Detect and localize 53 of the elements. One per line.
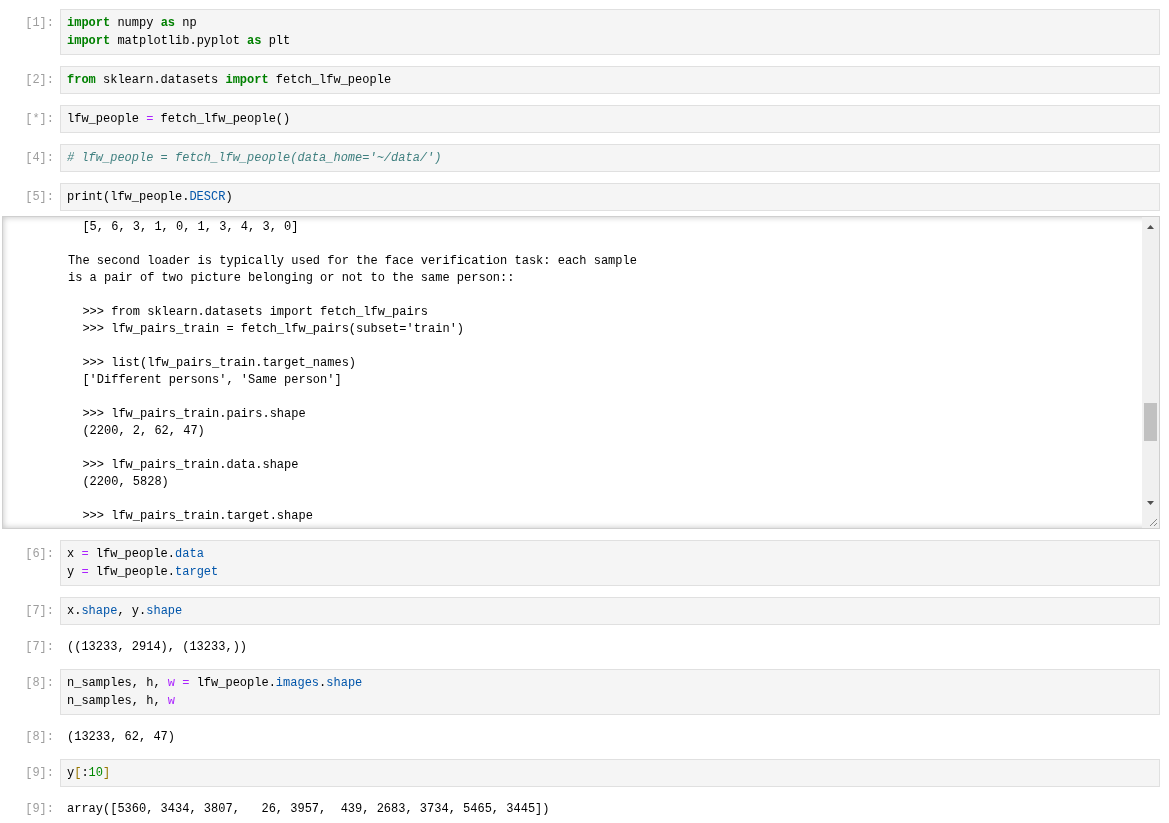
code-line: import matplotlib.pyplot as plt bbox=[67, 33, 291, 50]
resize-grip-icon[interactable] bbox=[1148, 517, 1158, 527]
code-cell[interactable]: n_samples, h, w = lfw_people.images.shape n_samples, h, w bbox=[60, 669, 1160, 715]
output-text: ((13233, 2914), (13233,)) bbox=[67, 639, 248, 656]
output-text: >>> lfw_pairs_train.data.shape bbox=[81, 457, 299, 474]
output-text: ['Different persons', 'Same person'] bbox=[81, 372, 342, 389]
code-line: import numpy as np bbox=[67, 15, 197, 32]
output-text: [5, 6, 3, 1, 0, 1, 3, 4, 3, 0] bbox=[81, 219, 299, 236]
cell-prompt: [2]: bbox=[25, 73, 54, 87]
cell-prompt: [8]: bbox=[25, 730, 54, 744]
scroll-down-icon[interactable] bbox=[1147, 501, 1154, 505]
output-text: array([5360, 3434, 3807, 26, 3957, 439, 2683, 3734, 5465, 3445]) bbox=[67, 801, 550, 818]
code-cell[interactable]: x = lfw_people.data y = lfw_people.target bbox=[60, 540, 1160, 586]
cell-prompt: [7]: bbox=[25, 604, 54, 618]
output-text: (2200, 5828) bbox=[81, 474, 169, 491]
code-line: lfw_people = fetch_lfw_people() bbox=[67, 111, 291, 128]
cell-prompt: [*]: bbox=[25, 112, 54, 126]
cell-prompt: [6]: bbox=[25, 547, 54, 561]
output-text: >>> lfw_pairs_train.target.shape bbox=[81, 508, 313, 525]
code-cell[interactable]: # lfw_people = fetch_lfw_people(data_home='~/data/') bbox=[60, 144, 1160, 172]
output-text: >>> list(lfw_pairs_train.target_names) bbox=[81, 355, 357, 372]
output-text: (13233, 62, 47) bbox=[67, 729, 176, 746]
code-cell[interactable]: y[:10] bbox=[60, 759, 1160, 787]
code-line: n_samples, h, w bbox=[67, 693, 176, 710]
code-line: y[:10] bbox=[67, 765, 111, 782]
cell-prompt: [9]: bbox=[25, 802, 54, 816]
scrollbar[interactable] bbox=[1142, 217, 1159, 528]
scroll-up-icon[interactable] bbox=[1147, 225, 1154, 229]
code-line: y = lfw_people.target bbox=[67, 564, 219, 581]
cell-prompt: [4]: bbox=[25, 151, 54, 165]
output-text: is a pair of two picture belonging or not to the same person:: bbox=[68, 270, 515, 287]
output-text: The second loader is typically used for the face verification task: each sample bbox=[68, 253, 637, 270]
code-line: from sklearn.datasets import fetch_lfw_people bbox=[67, 72, 392, 89]
cell-prompt: [8]: bbox=[25, 676, 54, 690]
code-line: # lfw_people = fetch_lfw_people(data_home='~/data/') bbox=[67, 150, 442, 167]
code-line: x = lfw_people.data bbox=[67, 546, 204, 563]
output-text: >>> from sklearn.datasets import fetch_lfw_pairs bbox=[81, 304, 429, 321]
cell-prompt: [9]: bbox=[25, 766, 54, 780]
cell-prompt: [5]: bbox=[25, 190, 54, 204]
cell-prompt: [1]: bbox=[25, 16, 54, 30]
cell-prompt: [7]: bbox=[25, 640, 54, 654]
code-cell[interactable]: import numpy as np import matplotlib.pyplot as plt bbox=[60, 9, 1160, 55]
code-cell[interactable]: print(lfw_people.DESCR) bbox=[60, 183, 1160, 211]
output-text: >>> lfw_pairs_train = fetch_lfw_pairs(subset='train') bbox=[81, 321, 465, 338]
code-line: print(lfw_people.DESCR) bbox=[67, 189, 233, 206]
output-text: >>> lfw_pairs_train.pairs.shape bbox=[81, 406, 306, 423]
output-text: (2200, 2, 62, 47) bbox=[81, 423, 205, 440]
code-cell[interactable]: x.shape, y.shape bbox=[60, 597, 1160, 625]
scrollbar-thumb[interactable] bbox=[1144, 403, 1157, 441]
code-cell[interactable]: lfw_people = fetch_lfw_people() bbox=[60, 105, 1160, 133]
code-cell[interactable]: from sklearn.datasets import fetch_lfw_people bbox=[60, 66, 1160, 94]
code-line: x.shape, y.shape bbox=[67, 603, 183, 620]
code-line: n_samples, h, w = lfw_people.images.shape bbox=[67, 675, 363, 692]
